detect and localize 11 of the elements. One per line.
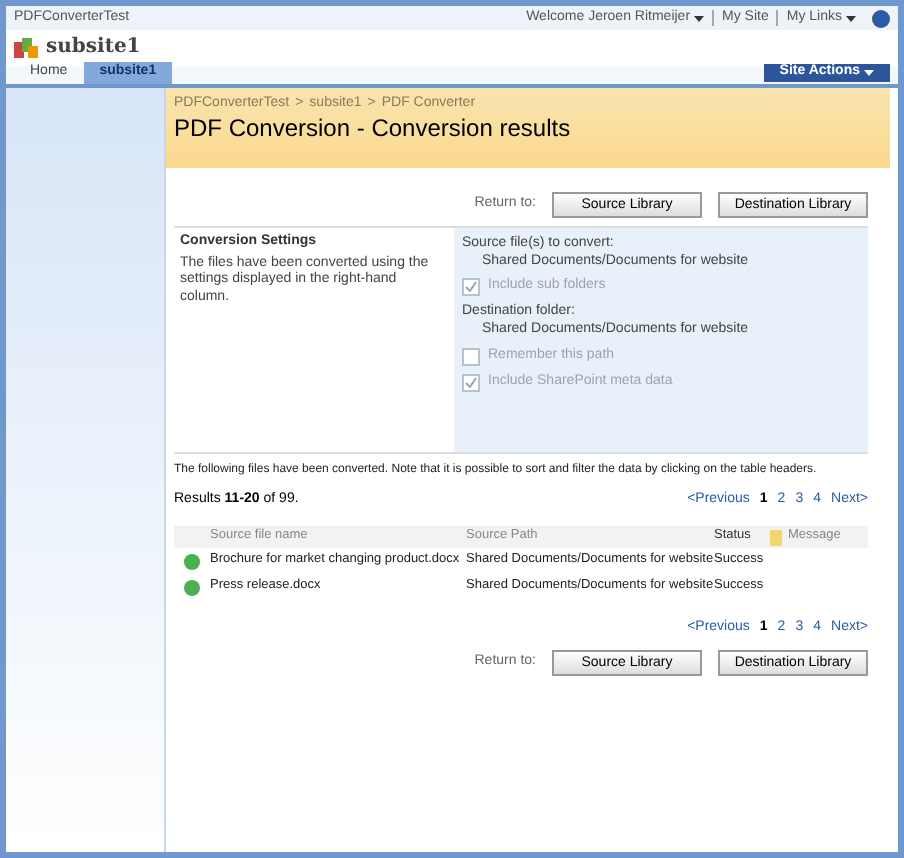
caret-icon	[864, 70, 874, 76]
checkbox[interactable]	[462, 373, 480, 392]
caret-icon	[846, 15, 856, 21]
site-title: subsite1	[46, 35, 141, 61]
caret-icon	[694, 15, 705, 21]
filter-icon[interactable]	[770, 529, 782, 545]
help-icon[interactable]	[872, 9, 890, 27]
checkbox[interactable]	[462, 278, 480, 297]
site-logo-icon	[14, 38, 38, 58]
checkbox[interactable]	[462, 347, 480, 366]
page-title: PDF Conversion - Conversion results	[174, 113, 573, 144]
